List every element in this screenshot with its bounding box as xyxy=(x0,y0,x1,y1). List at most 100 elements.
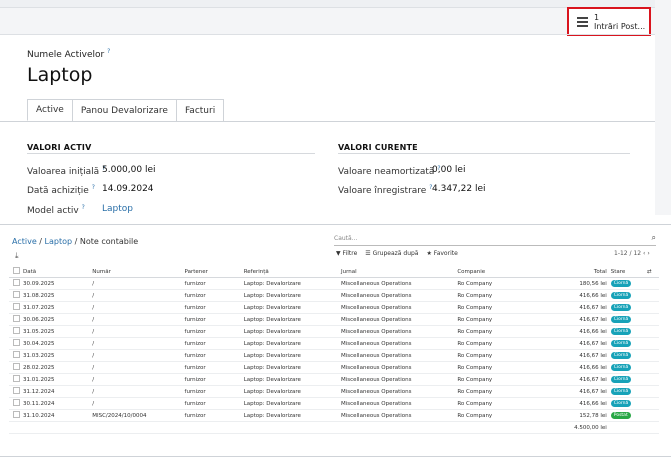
row-reference[interactable]: Laptop: Devalorizare xyxy=(243,289,341,302)
row-checkbox[interactable] xyxy=(9,361,24,374)
row-journal[interactable]: Miscellaneous Operations xyxy=(340,361,458,374)
row-number[interactable]: / xyxy=(92,313,185,326)
row-date[interactable]: 31.12.2024 xyxy=(23,385,93,398)
next-icon[interactable]: › xyxy=(647,250,649,257)
row-date[interactable]: 31.05.2025 xyxy=(23,325,93,338)
row-company[interactable]: Ro Company xyxy=(457,373,544,386)
row-journal[interactable]: Miscellaneous Operations xyxy=(340,301,458,314)
table-row[interactable]: 30.09.2025/furnizor Laptop: Devalorizare M… xyxy=(9,277,659,290)
table-row[interactable]: 31.07.2025/furnizor Laptop: Devalorizare M… xyxy=(9,301,659,314)
help-icon[interactable]: ? xyxy=(82,204,85,211)
row-date[interactable]: 30.04.2025 xyxy=(23,337,93,350)
row-reference[interactable]: Laptop: Devalorizare xyxy=(243,385,341,398)
row-checkbox[interactable] xyxy=(9,289,24,302)
asset-name[interactable]: Laptop xyxy=(27,64,92,86)
row-reference[interactable]: Laptop: Devalorizare xyxy=(243,301,341,314)
row-reference[interactable]: Laptop: Devalorizare xyxy=(243,313,341,326)
help-icon[interactable]: ? xyxy=(107,48,110,55)
table-row[interactable]: 31.01.2025/furnizor Laptop: Devalorizare M… xyxy=(9,373,659,386)
search-input[interactable]: Caută... ⌕ xyxy=(334,233,656,246)
help-icon[interactable]: ? xyxy=(92,184,95,191)
breadcrumb-laptop[interactable]: Laptop xyxy=(45,237,73,246)
row-number[interactable]: / xyxy=(92,277,185,290)
journal-entries-smart-button[interactable]: 1 Intrări Post... xyxy=(567,7,651,36)
row-number[interactable]: / xyxy=(92,397,185,410)
row-date[interactable]: 31.03.2025 xyxy=(23,349,93,362)
row-date[interactable]: 31.07.2025 xyxy=(23,301,93,314)
favorites-button[interactable]: ★ Favorite xyxy=(427,250,458,257)
column-reference[interactable]: Referință xyxy=(243,266,341,278)
row-date[interactable]: 31.01.2025 xyxy=(23,373,93,386)
download-icon[interactable]: ⤓ xyxy=(15,251,19,261)
table-row[interactable]: 31.08.2025/furnizor Laptop: Devalorizare M… xyxy=(9,289,659,302)
column-state[interactable]: Stare xyxy=(606,266,647,278)
filter-button[interactable]: ▼ Filtre xyxy=(336,250,357,257)
row-date[interactable]: 31.08.2025 xyxy=(23,289,93,302)
row-checkbox[interactable] xyxy=(9,373,24,386)
row-journal[interactable]: Miscellaneous Operations xyxy=(340,277,458,290)
pager-value[interactable]: 1-12 / 12 xyxy=(614,250,641,257)
table-row[interactable]: 30.06.2025/furnizor Laptop: Devalorizare M… xyxy=(9,313,659,326)
row-company[interactable]: Ro Company xyxy=(457,385,544,398)
row-reference[interactable]: Laptop: Devalorizare xyxy=(243,409,341,422)
row-partner[interactable]: furnizor xyxy=(184,325,244,338)
row-reference[interactable]: Laptop: Devalorizare xyxy=(243,349,341,362)
row-partner[interactable]: furnizor xyxy=(184,361,244,374)
row-number[interactable]: / xyxy=(92,385,185,398)
row-journal[interactable]: Miscellaneous Operations xyxy=(340,325,458,338)
table-row[interactable]: 30.11.2024/furnizor Laptop: Devalorizare M… xyxy=(9,397,659,410)
row-date[interactable]: 30.11.2024 xyxy=(23,397,93,410)
row-journal[interactable]: Miscellaneous Operations xyxy=(340,397,458,410)
row-checkbox[interactable] xyxy=(9,277,24,290)
row-partner[interactable]: furnizor xyxy=(184,409,244,422)
row-company[interactable]: Ro Company xyxy=(457,361,544,374)
row-journal[interactable]: Miscellaneous Operations xyxy=(340,289,458,302)
row-checkbox[interactable] xyxy=(9,397,24,410)
row-checkbox[interactable] xyxy=(9,349,24,362)
column-options-icon[interactable]: ⇄ xyxy=(646,266,659,278)
tab-active[interactable]: Active xyxy=(27,99,73,121)
table-row[interactable]: 28.02.2025/furnizor Laptop: Devalorizare M… xyxy=(9,361,659,374)
row-number[interactable]: / xyxy=(92,361,185,374)
row-partner[interactable]: furnizor xyxy=(184,277,244,290)
group-by-button[interactable]: ☰ Grupează după xyxy=(365,250,418,257)
row-company[interactable]: Ro Company xyxy=(457,313,544,326)
row-number[interactable]: / xyxy=(92,373,185,386)
row-number[interactable]: MISC/2024/10/0004 xyxy=(92,409,185,422)
row-journal[interactable]: Miscellaneous Operations xyxy=(340,385,458,398)
row-date[interactable]: 31.10.2024 xyxy=(23,409,93,422)
row-journal[interactable]: Miscellaneous Operations xyxy=(340,373,458,386)
row-partner[interactable]: furnizor xyxy=(184,397,244,410)
row-reference[interactable]: Laptop: Devalorizare xyxy=(243,373,341,386)
row-company[interactable]: Ro Company xyxy=(457,277,544,290)
row-journal[interactable]: Miscellaneous Operations xyxy=(340,349,458,362)
row-partner[interactable]: furnizor xyxy=(184,385,244,398)
prev-icon[interactable]: ‹ xyxy=(643,250,645,257)
acquisition-date[interactable]: 14.09.2024 xyxy=(102,184,154,194)
select-all-checkbox[interactable] xyxy=(9,266,24,278)
row-reference[interactable]: Laptop: Devalorizare xyxy=(243,397,341,410)
column-company[interactable]: Companie xyxy=(457,266,544,278)
row-partner[interactable]: furnizor xyxy=(184,301,244,314)
table-row[interactable]: 31.05.2025/furnizor Laptop: Devalorizare M… xyxy=(9,325,659,338)
table-row[interactable]: 31.10.2024 MISC/2024/10/0004 furnizor Lapto… xyxy=(9,409,659,422)
row-journal[interactable]: Miscellaneous Operations xyxy=(340,409,458,422)
column-journal[interactable]: Jurnal xyxy=(340,266,458,278)
column-partner[interactable]: Partener xyxy=(184,266,244,278)
row-number[interactable]: / xyxy=(92,325,185,338)
column-date[interactable]: Dată xyxy=(23,266,93,278)
row-reference[interactable]: Laptop: Devalorizare xyxy=(243,361,341,374)
breadcrumb-assets[interactable]: Active xyxy=(12,237,37,246)
column-number[interactable]: Număr xyxy=(92,266,185,278)
row-journal[interactable]: Miscellaneous Operations xyxy=(340,337,458,350)
row-number[interactable]: / xyxy=(92,337,185,350)
row-partner[interactable]: furnizor xyxy=(184,349,244,362)
row-date[interactable]: 30.09.2025 xyxy=(23,277,93,290)
tab-depreciation-board[interactable]: Panou Devalorizare xyxy=(71,99,177,121)
column-total[interactable]: Total xyxy=(543,266,607,278)
row-checkbox[interactable] xyxy=(9,313,24,326)
row-checkbox[interactable] xyxy=(9,409,24,422)
tab-invoices[interactable]: Facturi xyxy=(175,99,225,121)
row-company[interactable]: Ro Company xyxy=(457,289,544,302)
row-company[interactable]: Ro Company xyxy=(457,301,544,314)
